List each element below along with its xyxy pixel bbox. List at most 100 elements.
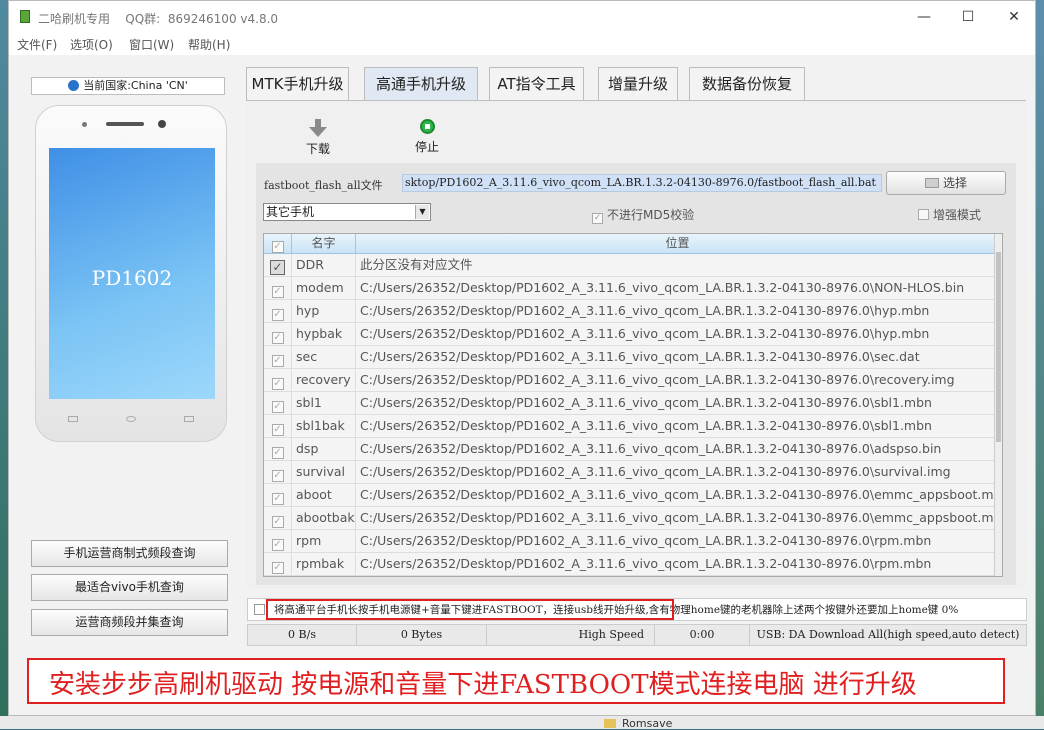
row-checkbox-cell[interactable]: ✓ xyxy=(264,553,292,575)
table-row[interactable]: ✓ recovery C:/Users/26352/Desktop/PD1602_A… xyxy=(264,369,1000,392)
row-checkbox[interactable]: ✓ xyxy=(271,493,284,505)
row-checkbox[interactable]: ✓ xyxy=(271,401,284,413)
minimize-button[interactable]: — xyxy=(909,7,939,27)
row-checkbox[interactable]: ✓ xyxy=(270,260,285,275)
time-status: 0:00 xyxy=(655,625,750,645)
instruction-bar: 将高通平台手机长按手机电源键+音量下键进FASTBOOT，连接usb线开始升级,… xyxy=(247,598,1027,621)
table-row[interactable]: ✓ hyp C:/Users/26352/Desktop/PD1602_A_3.11… xyxy=(264,300,1000,323)
row-checkbox[interactable]: ✓ xyxy=(271,332,284,344)
row-checkbox-cell[interactable]: ✓ xyxy=(264,507,292,529)
table-row[interactable]: ✓ dsp C:/Users/26352/Desktop/PD1602_A_3.11… xyxy=(264,438,1000,461)
row-checkbox-cell[interactable]: ✓ xyxy=(264,530,292,552)
close-button[interactable]: ✕ xyxy=(999,7,1029,27)
table-row[interactable]: ✓ survival C:/Users/26352/Desktop/PD1602_A… xyxy=(264,461,1000,484)
row-checkbox-cell[interactable]: ✓ xyxy=(264,438,292,460)
row-checkbox[interactable]: ✓ xyxy=(271,447,284,459)
status-bar: 0 B/s 0 Bytes High Speed 0:00 USB: DA Do… xyxy=(247,624,1027,646)
row-checkbox[interactable]: ✓ xyxy=(271,378,284,390)
sensor-icon xyxy=(82,122,87,127)
tab-qualcomm-upgrade[interactable]: 高通手机升级 xyxy=(364,67,478,100)
enhanced-mode-checkbox[interactable] xyxy=(918,209,929,220)
speed-status: 0 B/s xyxy=(248,625,357,645)
row-checkbox-cell[interactable]: ✓ xyxy=(264,346,292,368)
partition-path: C:/Users/26352/Desktop/PD1602_A_3.11.6_v… xyxy=(360,303,930,318)
table-row[interactable]: ✓ sec C:/Users/26352/Desktop/PD1602_A_3.11… xyxy=(264,346,1000,369)
menu-help[interactable]: 帮助(H) xyxy=(188,36,230,53)
maximize-button[interactable]: ☐ xyxy=(953,7,983,27)
table-row[interactable]: ✓ sbl1bak C:/Users/26352/Desktop/PD1602_A_… xyxy=(264,415,1000,438)
row-checkbox[interactable]: ✓ xyxy=(271,562,284,574)
app-name: 二哈刷机专用 xyxy=(38,12,111,26)
partition-path: C:/Users/26352/Desktop/PD1602_A_3.11.6_v… xyxy=(360,556,932,571)
table-scrollbar[interactable] xyxy=(994,234,1002,576)
no-md5-option[interactable]: ✓ 不进行MD5校验 xyxy=(592,206,694,224)
table-row[interactable]: ✓ modem C:/Users/26352/Desktop/PD1602_A_3.… xyxy=(264,277,1000,300)
menu-window[interactable]: 窗口(W) xyxy=(129,36,174,53)
app-window: 二哈刷机专用 QQ群: 869246100 v4.8.0 — ☐ ✕ 文件(F)… xyxy=(8,0,1036,716)
partition-name: sec xyxy=(292,346,356,368)
select-file-button[interactable]: 选择 xyxy=(886,171,1006,195)
tab-incremental-upgrade[interactable]: 增量升级 xyxy=(598,67,678,100)
qualcomm-upgrade-panel: 下载 停止 fastboot_flash_all文件 sktop/PD1602_… xyxy=(246,100,1026,589)
qq-number: 869246100 xyxy=(167,12,237,26)
name-column-header[interactable]: 名字 xyxy=(292,234,356,254)
table-row[interactable]: ✓ hypbak C:/Users/26352/Desktop/PD1602_A_3… xyxy=(264,323,1000,346)
table-row[interactable]: ✓ aboot C:/Users/26352/Desktop/PD1602_A_3.… xyxy=(264,484,1002,507)
path-column-header[interactable]: 位置 xyxy=(356,234,1000,254)
row-checkbox[interactable]: ✓ xyxy=(271,424,284,436)
download-label: 下载 xyxy=(305,142,330,156)
carrier-band-query-button[interactable]: 手机运营商制式频段查询 xyxy=(31,540,228,567)
row-checkbox-cell[interactable]: ✓ xyxy=(264,277,292,299)
folder-icon xyxy=(924,178,939,188)
row-checkbox[interactable]: ✓ xyxy=(271,286,284,298)
enhanced-mode-option[interactable]: 增强模式 xyxy=(918,206,981,223)
partition-path: C:/Users/26352/Desktop/PD1602_A_3.11.6_v… xyxy=(360,280,965,295)
no-md5-checkbox[interactable]: ✓ xyxy=(592,213,603,224)
partition-name: hypbak xyxy=(292,323,356,345)
row-checkbox[interactable]: ✓ xyxy=(271,516,284,528)
row-checkbox-cell[interactable]: ✓ xyxy=(264,392,292,414)
app-icon xyxy=(20,10,30,23)
row-checkbox[interactable]: ✓ xyxy=(271,470,284,482)
menu-file[interactable]: 文件(F) xyxy=(17,36,57,53)
tab-at-command-tool[interactable]: AT指令工具 xyxy=(489,67,584,100)
select-all-header[interactable]: ✓ xyxy=(264,234,292,254)
row-checkbox-cell[interactable]: ✓ xyxy=(264,323,292,345)
partition-path: C:/Users/26352/Desktop/PD1602_A_3.11.6_v… xyxy=(360,510,1003,525)
vivo-phone-query-button[interactable]: 最适合vivo手机查询 xyxy=(31,574,228,601)
chevron-down-icon: ▼ xyxy=(415,205,429,219)
table-row[interactable]: ✓ abootbak C:/Users/26352/Desktop/PD1602_A… xyxy=(264,507,1003,530)
row-checkbox[interactable]: ✓ xyxy=(271,539,284,551)
select-all-checkbox[interactable]: ✓ xyxy=(271,241,284,253)
row-checkbox-cell[interactable]: ✓ xyxy=(264,254,292,276)
partition-name: modem xyxy=(292,277,356,299)
table-row[interactable]: ✓ sbl1 C:/Users/26352/Desktop/PD1602_A_3.1… xyxy=(264,392,1000,415)
partition-name: recovery xyxy=(292,369,356,391)
band-union-query-button[interactable]: 运营商频段并集查询 xyxy=(31,609,228,636)
tab-mtk-upgrade[interactable]: MTK手机升级 xyxy=(246,67,349,100)
tab-data-backup-restore[interactable]: 数据备份恢复 xyxy=(689,67,805,100)
row-checkbox[interactable]: ✓ xyxy=(271,355,284,367)
instruction-rest-text: 含有物理home键的老机器除上述两个按键外还要加上home键 0% xyxy=(648,604,959,616)
row-checkbox-cell[interactable]: ✓ xyxy=(264,484,292,506)
row-checkbox-cell[interactable]: ✓ xyxy=(264,415,292,437)
stop-button[interactable]: 停止 xyxy=(407,119,447,155)
table-row[interactable]: ✓ rpm C:/Users/26352/Desktop/PD1602_A_3.11… xyxy=(264,530,1000,553)
row-checkbox-cell[interactable]: ✓ xyxy=(264,461,292,483)
partition-path: C:/Users/26352/Desktop/PD1602_A_3.11.6_v… xyxy=(360,372,955,387)
table-row[interactable]: ✓ DDR 此分区没有对应文件 xyxy=(264,254,1000,277)
menu-options[interactable]: 选项(O) xyxy=(70,36,113,53)
scrollbar-thumb[interactable] xyxy=(996,252,1001,442)
phone-type-select[interactable]: 其它手机 ▼ xyxy=(263,203,431,221)
partition-path: C:/Users/26352/Desktop/PD1602_A_3.11.6_v… xyxy=(360,464,951,479)
row-checkbox[interactable]: ✓ xyxy=(271,309,284,321)
row-checkbox-cell[interactable]: ✓ xyxy=(264,300,292,322)
instruction-checkbox[interactable] xyxy=(254,604,265,615)
highlight-box xyxy=(266,599,674,620)
title-bar: 二哈刷机专用 QQ群: 869246100 v4.8.0 — ☐ ✕ xyxy=(9,1,1035,33)
download-button[interactable]: 下载 xyxy=(298,116,338,157)
table-row[interactable]: ✓ rpmbak C:/Users/26352/Desktop/PD1602_A_3… xyxy=(264,553,1000,576)
row-checkbox-cell[interactable]: ✓ xyxy=(264,369,292,391)
fastboot-file-path-field[interactable]: sktop/PD1602_A_3.11.6_vivo_qcom_LA.BR.1.… xyxy=(402,174,882,192)
taskbar-item[interactable]: Romsave xyxy=(622,717,672,730)
